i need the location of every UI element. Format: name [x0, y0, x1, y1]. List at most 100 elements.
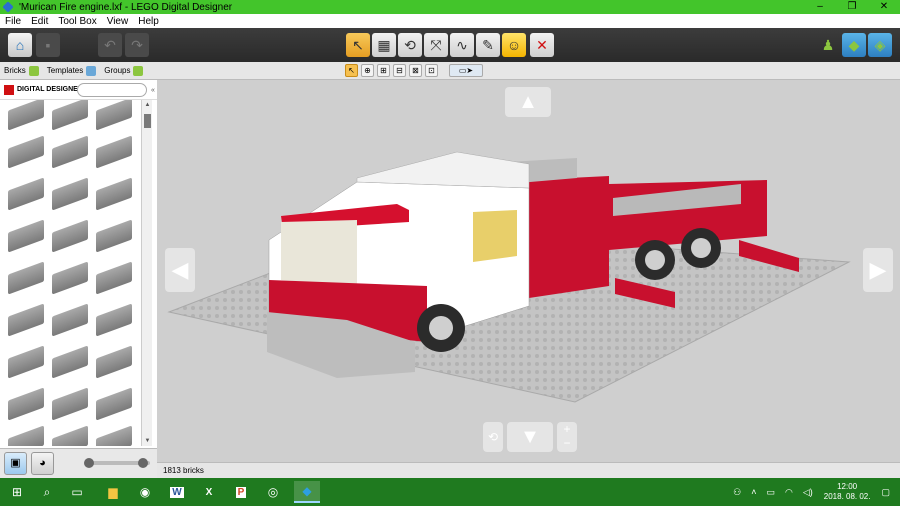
- brick-item[interactable]: [52, 135, 88, 169]
- search-button[interactable]: ⌕: [36, 481, 58, 503]
- brick-item[interactable]: [8, 387, 44, 421]
- decoration-tool-button[interactable]: ☺: [502, 33, 526, 57]
- zoom-in-knob[interactable]: [138, 458, 148, 468]
- undo-button[interactable]: ↶: [98, 33, 122, 57]
- file-explorer-button[interactable]: ▆: [102, 481, 124, 503]
- hinge-align-tool-button[interactable]: ⤧: [424, 33, 448, 57]
- rotate-left-button[interactable]: ◀: [165, 248, 195, 292]
- rotate-down-button[interactable]: ▼: [507, 422, 553, 452]
- delete-tool-button[interactable]: ✕: [530, 33, 554, 57]
- 3d-viewport[interactable]: ▲ ◀ ▶ ⟲ ▼ + −: [157, 80, 900, 462]
- paint-tool-button[interactable]: ✎: [476, 33, 500, 57]
- brick-item[interactable]: [96, 425, 132, 446]
- rotate-right-button[interactable]: ▶: [863, 248, 893, 292]
- rotate-up-button[interactable]: ▲: [505, 87, 551, 117]
- palette-search-input[interactable]: [77, 83, 147, 97]
- chrome-button[interactable]: ◉: [134, 481, 156, 503]
- powerpoint-button[interactable]: P: [230, 481, 252, 503]
- brick-item[interactable]: [52, 425, 88, 446]
- model-canvas: [167, 151, 851, 403]
- zoom-in-button[interactable]: +: [557, 422, 577, 436]
- brick-item[interactable]: [52, 387, 88, 421]
- palette-scrollbar[interactable]: ▲ ▼: [141, 100, 152, 446]
- volume-icon[interactable]: ◁): [803, 487, 813, 498]
- group-button[interactable]: ▭➤: [449, 64, 483, 77]
- brick-item[interactable]: [52, 345, 88, 379]
- task-view-button[interactable]: ▭: [66, 481, 88, 503]
- save-button[interactable]: ▪: [36, 33, 60, 57]
- clock[interactable]: 12:00 2018. 08. 02.: [824, 482, 871, 502]
- view-mode-button[interactable]: ◆: [842, 33, 866, 57]
- scroll-up-icon[interactable]: ▲: [144, 102, 151, 108]
- same-color-select-button[interactable]: ⊞: [377, 64, 390, 77]
- brick-item[interactable]: [96, 135, 132, 169]
- zoom-out-button[interactable]: −: [557, 436, 577, 450]
- wifi-icon[interactable]: ◠: [785, 487, 793, 498]
- reset-view-button[interactable]: ⟲: [483, 422, 503, 452]
- brick-item[interactable]: [8, 219, 44, 253]
- palette-zoom-slider[interactable]: [84, 458, 150, 468]
- brick-item[interactable]: [96, 219, 132, 253]
- brick-item[interactable]: [8, 345, 44, 379]
- brick-item[interactable]: [52, 303, 88, 337]
- brick-item[interactable]: [8, 261, 44, 295]
- menu-help[interactable]: Help: [133, 16, 164, 27]
- menu-edit[interactable]: Edit: [26, 16, 53, 27]
- notifications-icon[interactable]: ▢: [881, 487, 890, 498]
- color-picker-button[interactable]: ◕: [31, 452, 54, 475]
- select-tool-button[interactable]: ↖: [346, 33, 370, 57]
- hinge-tool-button[interactable]: ⟲: [398, 33, 422, 57]
- build-mode-button[interactable]: ♟: [816, 33, 840, 57]
- clone-tool-button[interactable]: ▦: [372, 33, 396, 57]
- minimize-button[interactable]: –: [804, 0, 836, 14]
- invert-select-button[interactable]: ⊡: [425, 64, 438, 77]
- tab-bricks[interactable]: Bricks: [0, 62, 43, 80]
- arrow-down-icon: ▼: [520, 425, 540, 448]
- brick-item[interactable]: [52, 261, 88, 295]
- brick-item[interactable]: [52, 219, 88, 253]
- lego-designer-taskbar-button[interactable]: ◆: [294, 481, 320, 503]
- start-button[interactable]: ⊞: [6, 481, 28, 503]
- people-icon[interactable]: ⚇: [733, 487, 741, 498]
- excel-button[interactable]: X: [198, 481, 220, 503]
- collapse-palette-icon[interactable]: «: [151, 87, 155, 94]
- brick-item[interactable]: [52, 177, 88, 211]
- brick-item[interactable]: [96, 345, 132, 379]
- connected-select-button[interactable]: ⊕: [361, 64, 374, 77]
- menu-toolbox[interactable]: Tool Box: [53, 16, 101, 27]
- brick-view-button[interactable]: ▣: [4, 452, 27, 475]
- menu-view[interactable]: View: [102, 16, 134, 27]
- clone-icon: ▦: [377, 36, 391, 53]
- brick-item[interactable]: [8, 100, 44, 131]
- zoom-out-knob[interactable]: [84, 458, 94, 468]
- menu-file[interactable]: File: [0, 16, 26, 27]
- brick-item[interactable]: [8, 177, 44, 211]
- same-shape-select-button[interactable]: ⊟: [393, 64, 406, 77]
- groups-icon: [133, 65, 144, 76]
- home-button[interactable]: ⌂: [8, 33, 32, 57]
- brick-item[interactable]: [96, 261, 132, 295]
- brick-item[interactable]: [96, 100, 132, 131]
- flex-tool-button[interactable]: ∿: [450, 33, 474, 57]
- brick-item[interactable]: [8, 135, 44, 169]
- close-button[interactable]: ✕: [868, 0, 900, 14]
- scroll-thumb[interactable]: [144, 114, 151, 128]
- same-brick-select-button[interactable]: ⊠: [409, 64, 422, 77]
- maximize-button[interactable]: ❐: [836, 0, 868, 14]
- redo-button[interactable]: ↷: [125, 33, 149, 57]
- brick-item[interactable]: [8, 303, 44, 337]
- tab-groups[interactable]: Groups: [100, 62, 147, 80]
- target-app-button[interactable]: ◎: [262, 481, 284, 503]
- scroll-down-icon[interactable]: ▼: [144, 438, 151, 444]
- instructions-mode-button[interactable]: ◈: [868, 33, 892, 57]
- tab-templates[interactable]: Templates: [43, 62, 100, 80]
- brick-item[interactable]: [96, 387, 132, 421]
- tray-chevron-icon[interactable]: ˄: [751, 487, 756, 497]
- network-icon[interactable]: ▭: [766, 487, 775, 498]
- brick-item[interactable]: [8, 425, 44, 446]
- word-button[interactable]: W: [166, 481, 188, 503]
- brick-item[interactable]: [96, 177, 132, 211]
- brick-item[interactable]: [52, 100, 88, 131]
- brick-item[interactable]: [96, 303, 132, 337]
- single-select-button[interactable]: ↖: [345, 64, 358, 77]
